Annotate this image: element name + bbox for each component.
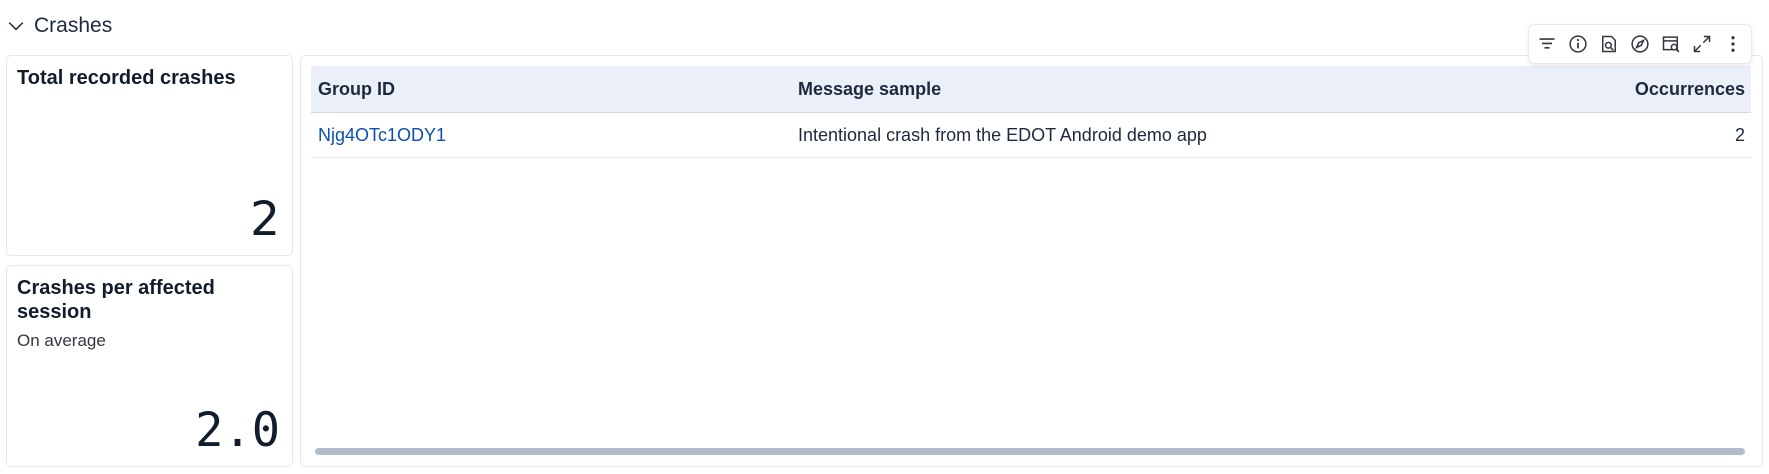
panel-toolbar <box>1528 24 1752 64</box>
metric-value: 2 <box>250 192 280 247</box>
occurrences-cell: 2 <box>1734 124 1745 145</box>
table-header: Group ID Message sample Occurrences <box>311 66 1751 113</box>
column-header-group-id[interactable]: Group ID <box>311 79 791 100</box>
explore-icon[interactable] <box>1627 31 1653 57</box>
metric-title: Crashes per affected session <box>17 277 215 323</box>
horizontal-scrollbar[interactable] <box>315 448 1745 455</box>
table-row: Njg4OTc1ODY1 Intentional crash from the … <box>311 113 1751 158</box>
total-crashes-panel: Total recorded crashes 2 <box>6 55 293 256</box>
filter-icon[interactable] <box>1534 31 1560 57</box>
message-sample-cell: Intentional crash from the EDOT Android … <box>798 124 1207 145</box>
column-header-message-sample[interactable]: Message sample <box>791 79 1611 100</box>
maximize-icon[interactable] <box>1689 31 1715 57</box>
section-title: Crashes <box>34 14 113 37</box>
metric-subtitle: On average <box>17 331 106 350</box>
inspect-icon[interactable] <box>1596 31 1622 57</box>
discover-icon[interactable] <box>1658 31 1684 57</box>
more-options-icon[interactable] <box>1720 31 1746 57</box>
column-header-occurrences[interactable]: Occurrences <box>1611 79 1751 100</box>
info-icon[interactable] <box>1565 31 1591 57</box>
section-toggle[interactable]: Crashes <box>6 10 112 42</box>
metric-title: Total recorded crashes <box>17 67 236 89</box>
crash-groups-panel: Group ID Message sample Occurrences Njg4… <box>300 55 1763 467</box>
chevron-down-icon <box>6 16 26 36</box>
group-id-link[interactable]: Njg4OTc1ODY1 <box>318 125 446 145</box>
crash-groups-table: Group ID Message sample Occurrences Njg4… <box>311 66 1751 158</box>
metric-value: 2.0 <box>195 403 280 458</box>
crashes-per-session-panel: Crashes per affected session On average … <box>6 265 293 467</box>
